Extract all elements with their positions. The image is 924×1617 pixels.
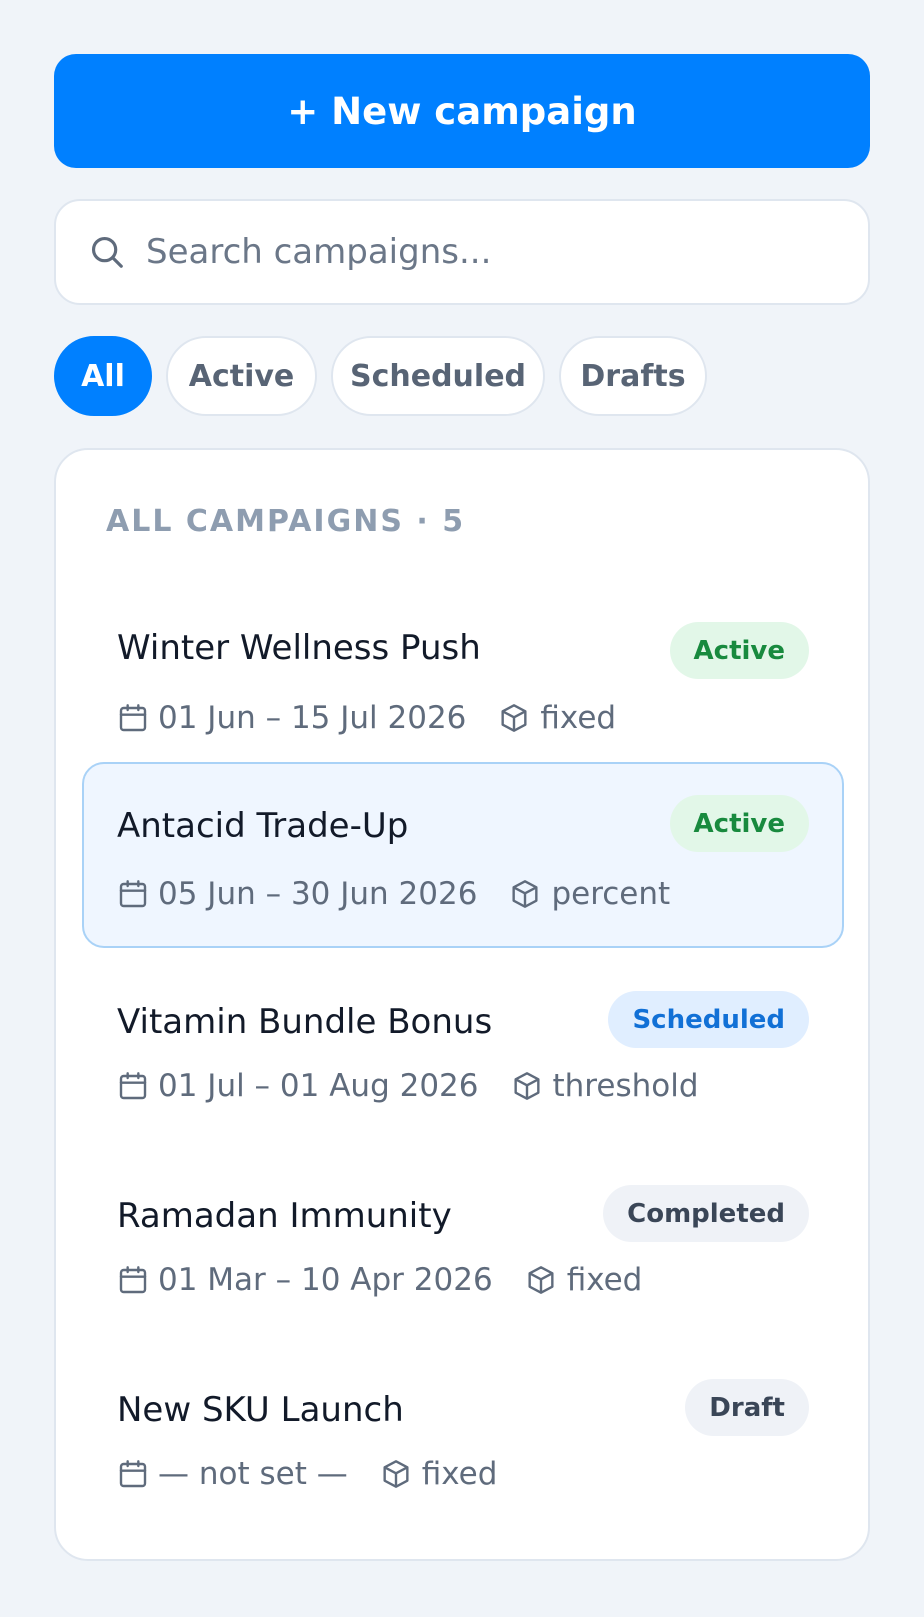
filter-chip-active[interactable]: Active bbox=[166, 336, 317, 416]
campaign-dates: 01 Jun – 15 Jul 2026 bbox=[158, 700, 467, 736]
campaign-name: Ramadan Immunity bbox=[117, 1196, 452, 1236]
filter-chips: All Active Scheduled Drafts bbox=[54, 336, 870, 416]
campaign-dates: 05 Jun – 30 Jun 2026 bbox=[158, 876, 478, 912]
campaign-dates: 01 Jul – 01 Aug 2026 bbox=[158, 1068, 479, 1104]
filter-chip-label: All bbox=[81, 358, 125, 394]
campaign-meta: 05 Jun – 30 Jun 2026 percent bbox=[117, 876, 670, 912]
filter-chip-label: Drafts bbox=[580, 358, 686, 394]
filter-chip-scheduled[interactable]: Scheduled bbox=[331, 336, 545, 416]
campaign-list-heading: ALL CAMPAIGNS · 5 bbox=[106, 504, 466, 539]
campaign-name: Antacid Trade-Up bbox=[117, 806, 409, 846]
cube-icon bbox=[528, 1266, 554, 1294]
campaign-meta: — not set — fixed bbox=[117, 1456, 497, 1492]
cube-icon bbox=[513, 1072, 540, 1100]
campaign-item-selected[interactable]: Antacid Trade-Up Active 05 Jun – 30 Jun … bbox=[82, 762, 844, 948]
calendar-icon bbox=[119, 880, 147, 908]
cube-icon bbox=[383, 1460, 409, 1488]
campaign-meta: 01 Jun – 15 Jul 2026 fixed bbox=[117, 700, 616, 736]
status-badge: Active bbox=[669, 795, 809, 852]
campaign-meta: 01 Mar – 10 Apr 2026 fixed bbox=[117, 1262, 642, 1298]
calendar-icon bbox=[119, 704, 147, 732]
campaign-dates: — not set — bbox=[158, 1456, 348, 1492]
campaign-list-panel: ALL CAMPAIGNS · 5 Winter Wellness Push A… bbox=[54, 448, 870, 1561]
search-icon bbox=[91, 236, 123, 268]
campaign-name: Winter Wellness Push bbox=[117, 628, 481, 668]
calendar-icon bbox=[119, 1266, 147, 1294]
campaign-type: fixed bbox=[540, 700, 617, 736]
filter-chip-label: Active bbox=[188, 358, 295, 394]
campaign-name: New SKU Launch bbox=[117, 1390, 404, 1430]
calendar-icon bbox=[119, 1460, 147, 1488]
campaign-item[interactable]: Ramadan Immunity Completed 01 Mar – 10 A… bbox=[82, 1152, 844, 1338]
cube-icon bbox=[512, 880, 538, 908]
status-badge: Active bbox=[669, 622, 809, 679]
status-badge: Completed bbox=[603, 1185, 809, 1242]
search-input[interactable] bbox=[146, 232, 826, 272]
campaign-type: fixed bbox=[421, 1456, 498, 1492]
campaign-item[interactable]: New SKU Launch Draft — not set — fixed bbox=[82, 1346, 844, 1532]
status-badge: Scheduled bbox=[608, 991, 809, 1048]
filter-chip-label: Scheduled bbox=[349, 358, 527, 394]
filter-chip-all[interactable]: All bbox=[54, 336, 152, 416]
campaign-type: percent bbox=[551, 876, 671, 912]
calendar-icon bbox=[119, 1072, 147, 1100]
search-box[interactable] bbox=[54, 199, 870, 305]
filter-chip-drafts[interactable]: Drafts bbox=[559, 336, 707, 416]
cube-icon bbox=[501, 704, 527, 732]
new-campaign-label: + New campaign bbox=[287, 89, 637, 133]
campaign-item[interactable]: Vitamin Bundle Bonus Scheduled 01 Jul – … bbox=[82, 958, 844, 1144]
campaign-meta: 01 Jul – 01 Aug 2026 threshold bbox=[117, 1068, 699, 1104]
campaign-name: Vitamin Bundle Bonus bbox=[117, 1002, 493, 1042]
status-badge: Draft bbox=[685, 1379, 809, 1436]
campaign-dates: 01 Mar – 10 Apr 2026 bbox=[158, 1262, 493, 1298]
campaign-item[interactable]: Winter Wellness Push Active 01 Jun – 15 … bbox=[82, 576, 844, 762]
campaign-sidebar: + New campaign All Active Scheduled Draf… bbox=[54, 54, 870, 1561]
new-campaign-button[interactable]: + New campaign bbox=[54, 54, 870, 168]
campaign-type: threshold bbox=[552, 1068, 699, 1104]
campaign-type: fixed bbox=[566, 1262, 643, 1298]
